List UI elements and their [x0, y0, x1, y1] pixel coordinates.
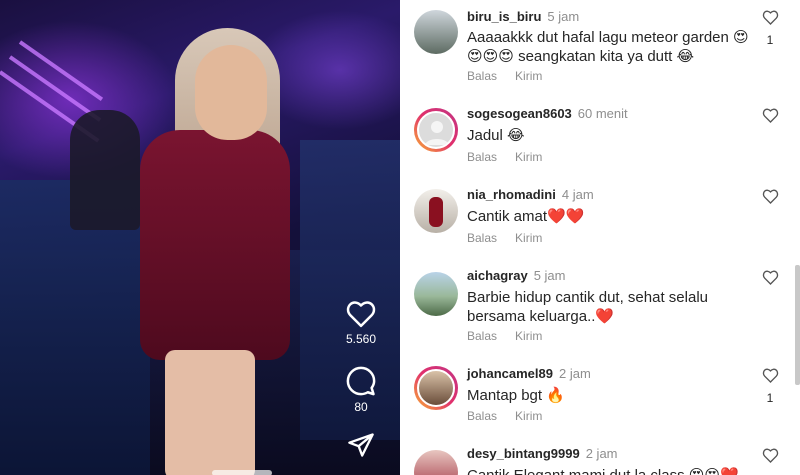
comment-time: 60 menit: [577, 106, 628, 121]
heart-outline-icon: [762, 270, 778, 285]
comment-like-count: 1: [766, 33, 774, 47]
comment-time: 2 jam: [559, 366, 591, 381]
send-link[interactable]: Kirim: [515, 231, 542, 245]
comment-username[interactable]: nia_rhomadini: [467, 187, 556, 202]
comment-time: 5 jam: [547, 9, 580, 24]
performer-dress: [140, 130, 290, 360]
comment-text: Mantap bgt 🔥: [467, 387, 565, 404]
comment-time: 5 jam: [533, 268, 566, 283]
performer-face: [195, 45, 267, 140]
avatar[interactable]: [414, 450, 458, 475]
comment-username[interactable]: aichagray: [467, 268, 528, 283]
comment-like-button[interactable]: [758, 108, 782, 123]
video-player[interactable]: 5.560 80: [0, 0, 400, 475]
avatar[interactable]: [414, 10, 458, 54]
comment-like-button[interactable]: 1: [758, 10, 782, 47]
background-person: [70, 110, 140, 230]
heart-outline-icon: [762, 108, 778, 123]
scrollbar[interactable]: [795, 265, 800, 385]
comment-username[interactable]: desy_bintang9999: [467, 446, 580, 461]
comment-button[interactable]: 80: [346, 366, 376, 414]
like-count: 5.560: [345, 332, 377, 346]
reply-link[interactable]: Balas: [467, 409, 497, 423]
comment-like-button[interactable]: [758, 270, 782, 285]
comment-like-button[interactable]: 1: [758, 368, 782, 405]
avatar[interactable]: [414, 272, 458, 316]
heart-icon: [346, 301, 376, 328]
reply-link[interactable]: Balas: [467, 231, 497, 245]
heart-outline-icon: [762, 189, 778, 204]
default-avatar-icon: [417, 111, 455, 149]
comment-like-button[interactable]: [758, 189, 782, 204]
avatar[interactable]: [414, 108, 458, 152]
comment-time: 2 jam: [585, 446, 618, 461]
video-actions: 5.560 80: [336, 300, 386, 458]
progress-indicator: [212, 470, 272, 475]
reply-link[interactable]: Balas: [467, 329, 497, 343]
reply-link[interactable]: Balas: [467, 69, 497, 83]
comment-text: Cantik Elegant mami dut la class 😍😍❤️: [467, 466, 757, 475]
comment-text: Jadul 😂: [467, 127, 525, 144]
comments-list[interactable]: biru_is_biru 5 jam Aaaaakkk dut hafal lag…: [400, 0, 800, 475]
comment-text: Cantik amat❤️❤️: [467, 208, 585, 225]
comment-like-count: 1: [766, 391, 774, 405]
comment-like-button[interactable]: [758, 448, 782, 463]
send-link[interactable]: Kirim: [515, 69, 542, 83]
heart-outline-icon: [762, 10, 778, 25]
comment-bubble-icon: [346, 366, 376, 396]
avatar[interactable]: [414, 189, 458, 233]
reel-viewer: 5.560 80 biru_is_biru 5 jam Aaaaakkk dut…: [0, 0, 800, 475]
like-button[interactable]: 5.560: [346, 300, 376, 346]
avatar[interactable]: [414, 366, 458, 410]
performer-legs: [165, 350, 255, 475]
send-icon: [348, 433, 374, 457]
comment-username[interactable]: johancamel89: [467, 366, 553, 381]
comment-count: 80: [354, 400, 368, 414]
comment-username[interactable]: sogesogean8603: [467, 106, 572, 121]
comment-text: Aaaaakkk dut hafal lagu meteor garden 😍😍…: [467, 29, 749, 65]
comment-time: 4 jam: [561, 187, 594, 202]
comment-text: Barbie hidup cantik dut, sehat selalu be…: [467, 289, 708, 325]
heart-outline-icon: [762, 448, 778, 463]
send-link[interactable]: Kirim: [515, 150, 542, 164]
send-link[interactable]: Kirim: [515, 329, 542, 343]
comment-username[interactable]: biru_is_biru: [467, 9, 541, 24]
share-button[interactable]: [347, 432, 375, 458]
send-link[interactable]: Kirim: [515, 409, 542, 423]
heart-outline-icon: [762, 368, 778, 383]
reply-link[interactable]: Balas: [467, 150, 497, 164]
